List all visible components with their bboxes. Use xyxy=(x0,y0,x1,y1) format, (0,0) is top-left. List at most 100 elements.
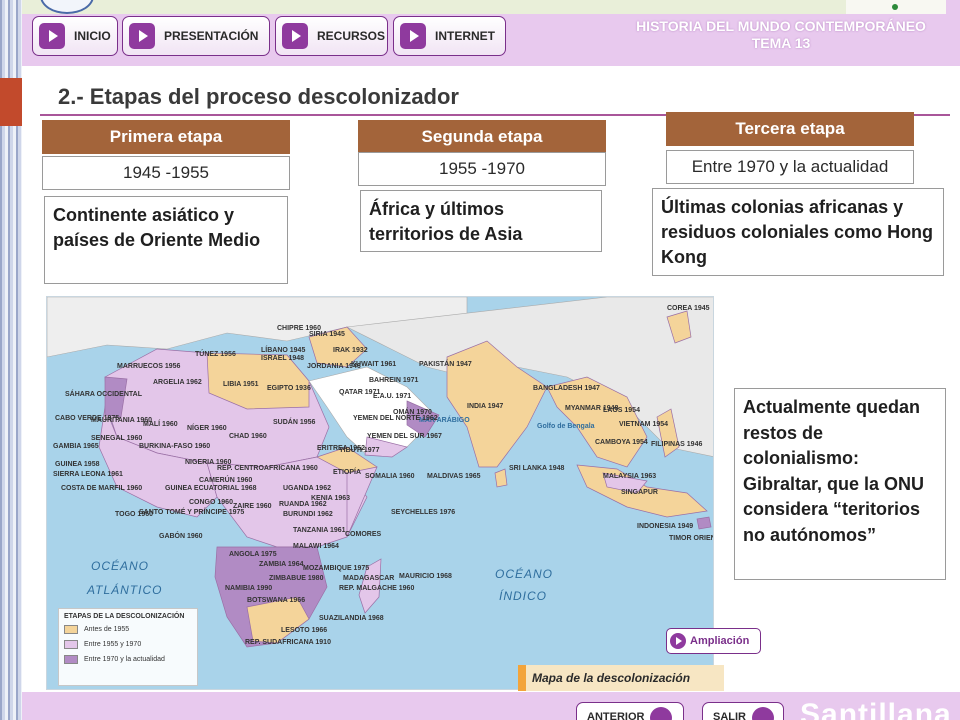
map-label: MALÍ 1960 xyxy=(143,421,178,428)
nav-presentacion-label: PRESENTACIÓN xyxy=(164,29,259,43)
ampliacion-label: Ampliación xyxy=(690,635,750,647)
caption-text: Mapa de la descolonización xyxy=(532,671,691,685)
map-label: GUINEA ECUATORIAL 1968 xyxy=(165,485,257,492)
legend-swatch xyxy=(64,640,78,649)
map-label: NAMIBIA 1990 xyxy=(225,585,273,592)
nav-recursos-button[interactable]: RECURSOS xyxy=(275,16,388,56)
back-arrow-icon xyxy=(650,707,673,720)
map-label: MADAGASCAR xyxy=(343,575,395,582)
play-arrow-icon xyxy=(129,23,155,49)
map-label: REP. SUDAFRICANA 1910 xyxy=(245,639,331,646)
ampliacion-button[interactable]: Ampliación xyxy=(666,628,761,654)
stage-2-title: Segunda etapa xyxy=(358,120,606,154)
map-label: COMORES xyxy=(345,531,382,538)
legend-item: Antes de 1955 xyxy=(64,625,192,634)
nav-inicio-button[interactable]: INICIO xyxy=(32,16,118,56)
brand-logo-text: Santillana xyxy=(800,698,952,720)
map-label: ANGOLA 1975 xyxy=(229,551,277,558)
stage-3-dates: Entre 1970 y la actualidad xyxy=(666,150,914,184)
map-label: ZAMBIA 1964 xyxy=(259,561,304,568)
stage-2-description: África y últimos territorios de Asia xyxy=(360,190,602,252)
map-label: INDONESIA 1949 xyxy=(637,523,694,530)
map-label: SUDÁN 1956 xyxy=(273,419,316,426)
nav-inicio-label: INICIO xyxy=(74,29,111,43)
course-title-line2: TEMA 13 xyxy=(751,35,811,51)
map-label: GAMBIA 1965 xyxy=(53,443,99,450)
ocean-label-atlantic-1: OCÉANO xyxy=(91,559,150,573)
left-accent-tab xyxy=(0,78,22,126)
stage-3-title: Tercera etapa xyxy=(666,112,914,146)
ocean-label-indian-1: OCÉANO xyxy=(495,567,554,581)
map-label: CAMERÚN 1960 xyxy=(199,477,253,484)
map-label: SIERRA LEONA 1961 xyxy=(53,471,123,478)
map-label: COREA 1945 xyxy=(667,305,710,312)
map-label: GABÓN 1960 xyxy=(159,533,203,540)
map-label: TÚNEZ 1956 xyxy=(195,351,236,358)
map-label: TOGO 1960 xyxy=(115,511,154,518)
map-label: ZIMBABUE 1980 xyxy=(269,575,324,582)
map-label: MOZAMBIQUE 1975 xyxy=(303,565,370,572)
map-label: CHIPRE 1960 xyxy=(277,325,321,332)
map-label: SRI LANKA 1948 xyxy=(509,465,565,472)
legend-label: Antes de 1955 xyxy=(84,626,130,633)
corner-thumbnail xyxy=(846,0,946,14)
map-label: YIBUTI 1977 xyxy=(339,447,380,454)
map-label: BURKINA-FASO 1960 xyxy=(139,443,211,450)
map-label: MAURICIO 1968 xyxy=(399,573,452,580)
stage-2-dates: 1955 -1970 xyxy=(358,152,606,186)
nav-internet-label: INTERNET xyxy=(435,29,495,43)
map-legend: ETAPAS DE LA DESCOLONIZACIÓN Antes de 19… xyxy=(58,608,198,686)
legend-title: ETAPAS DE LA DESCOLONIZACIÓN xyxy=(64,613,185,620)
map-label: ETIOPÍA xyxy=(333,469,362,476)
map-label: YEMEN DEL NORTE 1962 xyxy=(353,415,438,422)
map-label: SENEGAL 1960 xyxy=(91,435,143,442)
map-label: IRAK 1932 xyxy=(333,347,368,354)
map-label: ISRAEL 1948 xyxy=(261,355,305,362)
map-label: CONGO 1960 xyxy=(189,499,233,506)
map-label: LAOS 1954 xyxy=(603,407,640,414)
nav-presentacion-button[interactable]: PRESENTACIÓN xyxy=(122,16,270,56)
nav-internet-button[interactable]: INTERNET xyxy=(393,16,506,56)
map-label: CAMBOYA 1954 xyxy=(595,439,648,446)
salir-label: SALIR xyxy=(713,711,746,720)
legend-item: Entre 1970 y la actualidad xyxy=(64,655,192,664)
play-arrow-icon xyxy=(400,23,426,49)
map-label: MALDIVAS 1965 xyxy=(427,473,481,480)
map-label: CABO VERDE 1975 xyxy=(55,415,120,422)
map-label: UGANDA 1962 xyxy=(283,485,331,492)
map-label: YEMEN DEL SUR 1967 xyxy=(367,433,442,440)
map-label: MARRUECOS 1956 xyxy=(117,363,181,370)
stage-1-title: Primera etapa xyxy=(42,120,290,154)
map-label: CHAD 1960 xyxy=(229,433,267,440)
map-label: SOMALIA 1960 xyxy=(365,473,415,480)
map-label: VIETNAM 1954 xyxy=(619,421,669,428)
play-arrow-icon xyxy=(282,23,308,49)
map-label: SINGAPUR xyxy=(621,489,658,496)
map-label: SÁHARA OCCIDENTAL xyxy=(65,391,142,398)
ocean-label-indian-2: ÍNDICO xyxy=(499,589,547,603)
stage-3-description: Últimas colonias africanas y residuos co… xyxy=(652,188,944,276)
map-label: GUINEA 1958 xyxy=(55,461,100,468)
map-label: COSTA DE MARFIL 1960 xyxy=(61,485,143,492)
map-label: PAKISTÁN 1947 xyxy=(419,361,472,368)
play-arrow-icon xyxy=(39,23,65,49)
map-label: LIBIA 1951 xyxy=(223,381,259,388)
legend-label: Entre 1970 y la actualidad xyxy=(84,656,165,663)
map-label: MALAWI 1964 xyxy=(293,543,339,550)
anterior-label: ANTERIOR xyxy=(587,711,645,720)
map-label: REP. CENTROAFRICANA 1960 xyxy=(217,465,318,472)
caption-swatch xyxy=(518,665,526,691)
map-label: TANZANIA 1961 xyxy=(293,527,346,534)
anterior-button[interactable]: ANTERIOR xyxy=(576,702,684,720)
play-arrow-icon xyxy=(670,633,686,649)
legend-label: Entre 1955 y 1970 xyxy=(84,641,142,648)
map-label: SEYCHELLES 1976 xyxy=(391,509,456,516)
exit-icon xyxy=(752,707,774,720)
map-label: BANGLADESH 1947 xyxy=(533,385,600,392)
map-label: BURUNDI 1962 xyxy=(283,511,333,518)
map-label: TIMOR ORIENTAL 1975 xyxy=(669,535,713,542)
map-label: MALAYSIA 1963 xyxy=(603,473,657,480)
map-caption: Mapa de la descolonización xyxy=(518,665,724,691)
salir-button[interactable]: SALIR xyxy=(702,702,784,720)
map-label: LÍBANO 1945 xyxy=(261,347,306,354)
